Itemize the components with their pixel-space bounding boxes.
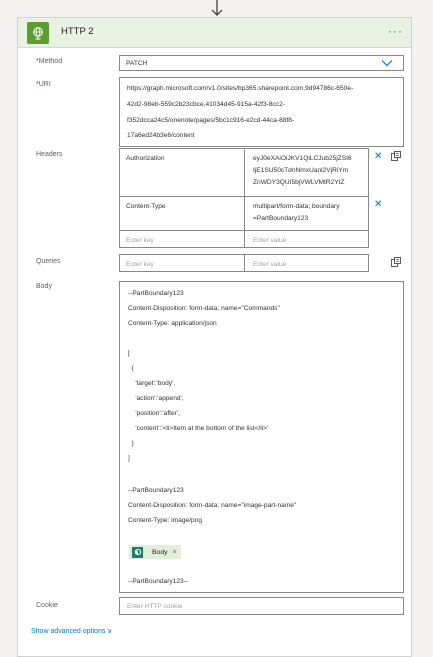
body-editor[interactable]: --PartBoundary123 Content-Disposition: f…: [119, 281, 404, 593]
body-line: --PartBoundary123: [128, 290, 184, 297]
uri-line: f352dcca24c5/onenote/pages/5bc1c916-e2cd…: [127, 116, 295, 124]
body-line: Content-Disposition: form-data; name="im…: [128, 502, 297, 509]
dynamic-content-token[interactable]: Body ×: [129, 545, 181, 559]
queries-label: Queries: [36, 258, 61, 265]
headers-table: Authorization eyJ0eXAiOiJKV1QiLCJub25jZS…: [119, 148, 369, 248]
header-value-field[interactable]: multipart/form-data; boundary =PartBound…: [245, 197, 369, 230]
body-line: --PartBoundary123--: [128, 578, 189, 585]
body-line: Content-Type: image/png: [128, 517, 203, 524]
header-key-field[interactable]: Authorization: [120, 149, 244, 196]
down-arrow-icon: [211, 0, 223, 16]
remove-header-icon[interactable]: ✕: [374, 200, 382, 210]
body-line: Content-Type: application/json: [128, 320, 217, 327]
body-line: }: [128, 440, 134, 447]
header-value-input[interactable]: Enter value: [245, 231, 369, 249]
uri-line: 42d2-98eb-559c2b23cbce,41034d45-915a-42f…: [127, 100, 286, 108]
header-key-field[interactable]: Content-Type: [120, 197, 244, 230]
body-line: {: [128, 365, 134, 372]
query-value-input[interactable]: Enter value: [245, 255, 369, 273]
cookie-input[interactable]: Enter HTTP cookie: [119, 597, 404, 615]
uri-line: 17a6ed24b3e6/content: [127, 132, 195, 140]
chevron-down-icon: [381, 60, 393, 67]
method-select[interactable]: PATCH: [119, 55, 404, 71]
body-line: ]: [128, 455, 130, 462]
header-value-field[interactable]: eyJ0eXAiOiJKV1QiLCJub25jZSI6 IjE1SU50cTd…: [245, 149, 369, 196]
uri-line: https://graph.microsoft.com/v1.0/sites/b…: [127, 85, 354, 92]
sharepoint-icon: [132, 546, 143, 558]
body-line: 'content':'<li>Item at the bottom of the…: [128, 425, 269, 432]
body-line: [: [128, 350, 130, 357]
body-line: Content-Disposition: form-data; name="Co…: [128, 305, 280, 312]
action-header[interactable]: HTTP 2 ···: [18, 18, 411, 48]
http-action-card: HTTP 2 ··· *Method PATCH *URI https://gr…: [17, 17, 412, 657]
cookie-label: Cookie: [36, 602, 58, 609]
remove-header-icon[interactable]: ✕: [374, 152, 382, 162]
remove-token-icon[interactable]: ×: [173, 549, 177, 556]
token-label: Body: [152, 548, 168, 556]
method-value: PATCH: [126, 60, 148, 67]
method-label: *Method: [36, 58, 63, 65]
uri-input[interactable]: https://graph.microsoft.com/v1.0/sites/b…: [119, 77, 404, 147]
switch-to-text-mode-icon[interactable]: [391, 257, 401, 267]
headers-label: Headers: [36, 151, 63, 158]
more-options-button[interactable]: ···: [388, 24, 403, 38]
switch-to-text-mode-icon[interactable]: [391, 151, 401, 161]
query-key-input[interactable]: Enter key: [120, 255, 244, 273]
body-line: 'target':'body',: [128, 380, 176, 387]
body-line: 'action':'append',: [128, 395, 184, 402]
globe-icon: [27, 22, 49, 44]
body-line: --PartBoundary123: [128, 487, 184, 494]
queries-table: Enter key Enter value: [119, 254, 369, 272]
body-label: Body: [36, 283, 52, 290]
uri-label: *URI: [36, 81, 51, 88]
action-title[interactable]: HTTP 2: [61, 26, 94, 37]
header-key-input[interactable]: Enter key: [120, 231, 244, 249]
body-line: 'position':'after',: [128, 410, 180, 417]
